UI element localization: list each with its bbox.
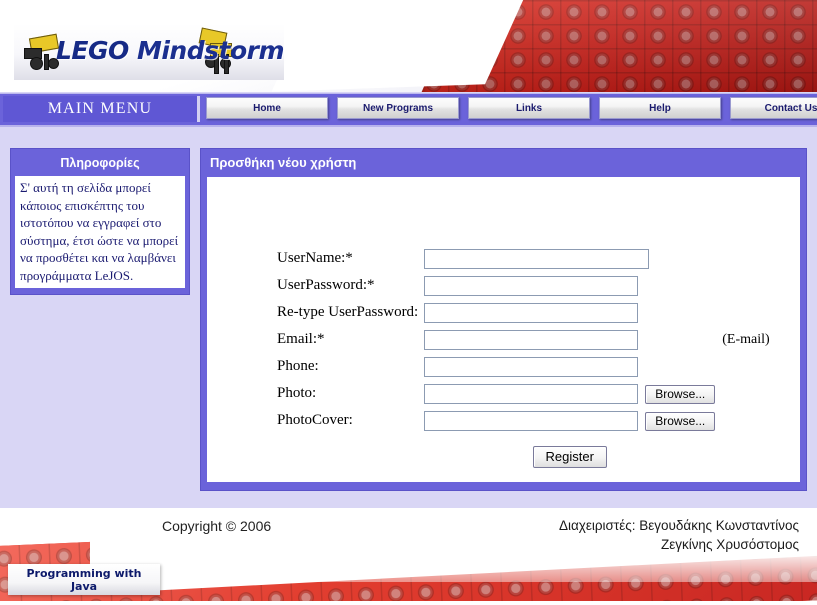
retype-password-input[interactable] [424, 302, 639, 323]
submit-spacer [277, 434, 424, 470]
hint-password [715, 272, 769, 299]
sidebar-body-text: Σ' αυτή τη σελίδα μπορεί κάποιος επισκέπ… [15, 176, 185, 288]
hint-phone [715, 353, 769, 380]
photocover-input[interactable] [424, 410, 639, 431]
form-row-email: Email:* (E-mail) [277, 326, 770, 353]
label-phone: Phone: [277, 358, 319, 374]
java-badge-line-1: Programming with [26, 566, 142, 580]
password-input[interactable] [424, 275, 639, 296]
label-username: UserName:* [277, 250, 353, 266]
hint-retype-password [715, 299, 769, 326]
nav-button-home[interactable]: Home [206, 97, 328, 119]
cell-photo-input: Browse... [424, 380, 716, 407]
nav-button-contact-us[interactable]: Contact Us [730, 97, 817, 119]
cell-register-button: Register [424, 434, 715, 470]
label-photocover: PhotoCover: [277, 412, 353, 428]
site-banner: LEGO Mindstorms [0, 0, 817, 92]
main-menu-label: MAIN MENU [47, 100, 153, 117]
phone-input[interactable] [424, 356, 639, 377]
nav-button-help[interactable]: Help [599, 97, 721, 119]
site-administrators: Διαχειριστές: Βεγουδάκης Κωνσταντίνος Ζε… [559, 516, 799, 554]
username-input[interactable] [424, 248, 650, 269]
form-row-photo: Photo: Browse... [277, 380, 770, 407]
hint-username [715, 245, 769, 272]
form-row-phone: Phone: [277, 353, 770, 380]
robot-icon-left-leg [44, 54, 49, 70]
cell-password-input [424, 272, 715, 299]
form-row-submit: Register [277, 434, 770, 470]
bottom-edge [0, 601, 817, 605]
java-badge-line-2: Java [70, 579, 98, 593]
info-sidebar-panel: Πληροφορίες Σ' αυτή τη σελίδα μπορεί κάπ… [10, 148, 190, 295]
cell-photocover-input: Browse... [424, 407, 716, 434]
form-row-photocover: PhotoCover: Browse... [277, 407, 770, 434]
nav-button-new-programs[interactable]: New Programs [337, 97, 459, 119]
programming-with-java-badge: Programming with Java [8, 564, 160, 595]
cell-username-input [424, 245, 715, 272]
cell-phone-input [424, 353, 715, 380]
page-root: LEGO Mindstorms MAIN MENU Home New Progr… [0, 0, 817, 605]
copyright-text: Copyright © 2006 [162, 518, 272, 534]
label-email: Email:* [277, 331, 325, 347]
photo-input[interactable] [424, 383, 639, 404]
cell-retype-password-input [424, 299, 715, 326]
robot-icon-left-wheel-1 [30, 57, 43, 70]
label-retype-password: Re-type UserPassword: [277, 304, 419, 320]
admin-line-2: Ζεγκίνης Χρυσόστομος [661, 537, 799, 552]
lego-mindstorms-logo: LEGO Mindstorms [14, 24, 284, 80]
form-row-password: UserPassword:* [277, 272, 770, 299]
hint-photo [715, 380, 769, 407]
panel-body: UserName:* UserPassword:* Re-type UserPa… [207, 177, 800, 482]
register-button[interactable]: Register [532, 445, 607, 468]
logo-word-lego: LEGO [56, 36, 129, 65]
add-user-panel: Προσθήκη νέου χρήστη UserName:* UserPass… [200, 148, 807, 491]
nav-button-links[interactable]: Links [468, 97, 590, 119]
main-menu-title-cell: MAIN MENU [3, 96, 200, 122]
java-badge-text: Programming with Java [26, 567, 141, 593]
main-navigation-bar: MAIN MENU Home New Programs Links Help C… [0, 93, 817, 127]
form-row-username: UserName:* [277, 245, 770, 272]
panel-title: Προσθήκη νέου χρήστη [210, 155, 357, 170]
label-password: UserPassword:* [277, 277, 375, 293]
submit-spacer-right [715, 434, 769, 470]
photocover-browse-button[interactable]: Browse... [645, 411, 716, 431]
logo-wordmark: LEGO Mindstorms [56, 36, 284, 65]
admin-line-1: Διαχειριστές: Βεγουδάκης Κωνσταντίνος [558, 518, 799, 533]
registration-form: UserName:* UserPassword:* Re-type UserPa… [277, 245, 770, 470]
hint-email: (E-mail) [722, 331, 770, 347]
sidebar-title: Πληροφορίες [60, 156, 140, 170]
form-row-retype-password: Re-type UserPassword: [277, 299, 770, 326]
nav-button-group: Home New Programs Links Help Contact Us [206, 97, 817, 119]
email-input[interactable] [424, 329, 639, 350]
cell-email-input [424, 326, 715, 353]
photo-browse-button[interactable]: Browse... [645, 384, 716, 404]
logo-word-mindstorms: Mindstorms [128, 36, 284, 65]
label-photo: Photo: [277, 385, 317, 401]
hint-photocover [715, 407, 769, 434]
